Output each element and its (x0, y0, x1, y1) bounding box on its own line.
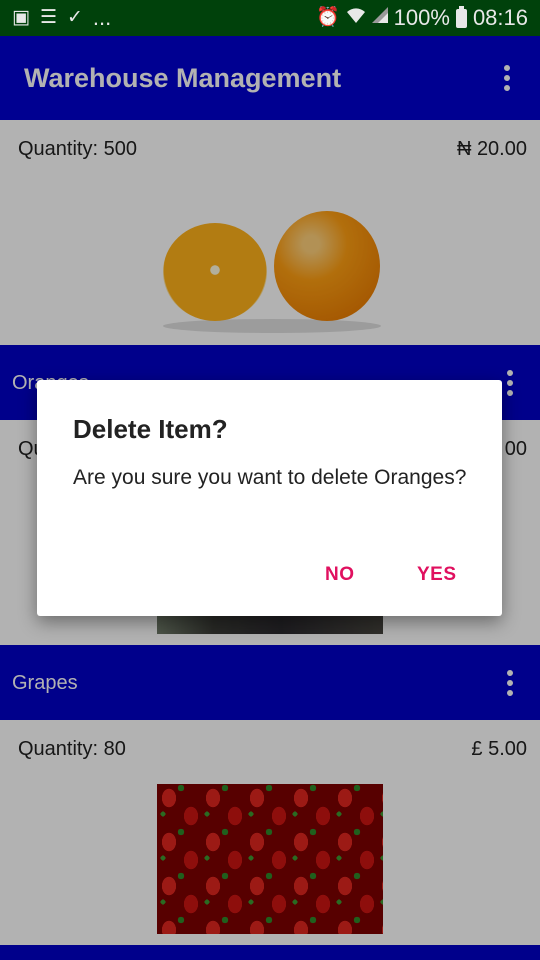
yes-button[interactable]: YES (417, 564, 457, 586)
battery-percent: 100% (393, 5, 450, 30)
system-icons: ⏰ 100% 08:16 (316, 4, 528, 32)
check-icon: ✓ (67, 7, 83, 28)
list-icon: ☰ (39, 7, 57, 28)
signal-icon (371, 6, 388, 30)
dialog-title: Delete Item? (73, 414, 228, 444)
clock: 08:16 (472, 5, 528, 30)
wifi-icon (346, 6, 366, 31)
no-button[interactable]: NO (325, 564, 355, 586)
alarm-icon: ⏰ (315, 7, 340, 28)
dialog-message: Are you sure you want to delete Oranges? (73, 466, 467, 489)
notification-icons: ▣ ☰ ✓ ... (12, 6, 111, 30)
status-bar: ▣ ☰ ✓ ... ⏰ 100% 08:16 (0, 0, 540, 36)
delete-dialog: Delete Item? Are you sure you want to de… (37, 380, 502, 616)
more-notifications: ... (92, 5, 112, 30)
battery-icon (455, 5, 467, 28)
image-icon: ▣ (12, 7, 30, 28)
